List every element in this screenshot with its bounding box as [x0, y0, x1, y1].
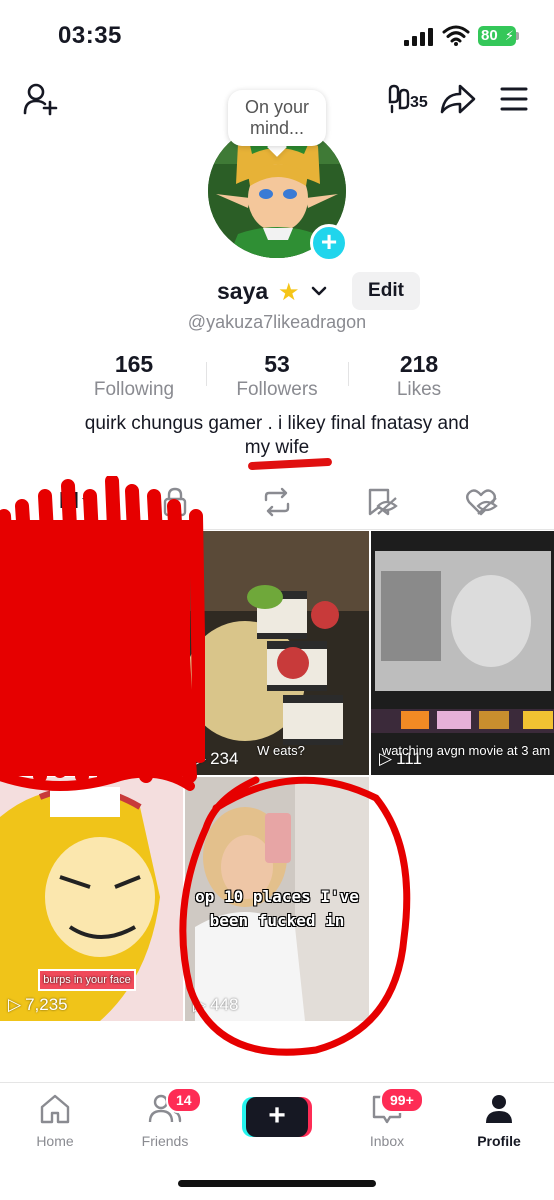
view-count: ▷ 7,235 [8, 995, 68, 1014]
bubble-line1: On your [244, 97, 310, 117]
stat-following[interactable]: 165 Following [64, 350, 204, 402]
signal-icon [404, 28, 434, 46]
stat-value: 53 [264, 351, 290, 377]
bookmark-hidden-icon[interactable] [364, 486, 398, 518]
nav-label: Friends [141, 1133, 189, 1149]
nav-home[interactable]: Home [10, 1093, 100, 1149]
stat-label: Following [93, 379, 175, 400]
status-bubble[interactable]: On your mind... [228, 90, 326, 146]
battery-cap [516, 32, 519, 40]
video-caption: burps in your face [38, 969, 136, 991]
play-icon: ▷ [8, 995, 22, 1014]
red-scribble-annotation [0, 476, 205, 791]
home-indicator [178, 1180, 376, 1187]
video-caption: W eats? [257, 743, 305, 758]
create-button[interactable]: + [246, 1097, 308, 1137]
name-row: saya ★ [0, 276, 554, 310]
home-icon [40, 1094, 70, 1124]
chevron-down-icon[interactable] [310, 282, 328, 300]
charging-icon: ⚡ [504, 28, 514, 43]
nav-label: Profile [477, 1133, 521, 1149]
bubble-line2: mind... [249, 118, 305, 138]
status-bar: 03:35 80 ⚡ [0, 0, 554, 72]
user-handle: @yakuza7likeadragon [187, 312, 367, 332]
bio-line: quirk chungus gamer . i likey final fnat… [84, 413, 470, 434]
liked-hidden-icon[interactable] [464, 486, 498, 518]
wifi-icon [442, 25, 470, 46]
username: saya [217, 278, 269, 304]
video-thumbnail [371, 531, 554, 775]
stat-value: 165 [114, 351, 154, 377]
stat-label: Likes [396, 379, 442, 400]
stat-label: Followers [236, 379, 318, 400]
add-avatar-button[interactable]: + [310, 224, 348, 262]
repost-icon[interactable] [260, 486, 294, 518]
add-friend-icon[interactable] [22, 82, 58, 116]
red-circle-annotation [179, 776, 411, 1056]
video-tile[interactable]: ▷ 234 W eats? [185, 531, 369, 775]
nav-profile[interactable]: Profile [454, 1093, 544, 1149]
stat-value: 218 [399, 351, 439, 377]
friends-badge: 14 [166, 1087, 202, 1113]
video-caption: watching avgn movie at 3 am [381, 743, 551, 758]
bio-line: my wife [244, 437, 310, 458]
star-icon: ★ [278, 279, 300, 306]
video-tile[interactable]: ▷ 111 watching avgn movie at 3 am [371, 531, 554, 775]
inbox-badge: 99+ [380, 1087, 424, 1113]
video-tile[interactable]: burps in your face ▷ 7,235 [0, 777, 183, 1021]
video-thumbnail [185, 531, 369, 775]
stat-likes[interactable]: 218 Likes [349, 350, 489, 402]
analytics-count: 35 [410, 94, 428, 111]
nav-label: Home [36, 1133, 74, 1149]
share-icon[interactable] [440, 82, 476, 116]
battery-level: 80 [481, 27, 498, 44]
stat-followers[interactable]: 53 Followers [207, 350, 347, 402]
battery-indicator: 80 ⚡ [478, 26, 516, 46]
analytics-button[interactable]: 35 [386, 84, 430, 116]
profile-icon [486, 1095, 512, 1123]
bio[interactable]: quirk chungus gamer . i likey final fnat… [50, 412, 504, 460]
edit-profile-button[interactable]: Edit [352, 272, 420, 310]
status-time: 03:35 [58, 22, 122, 49]
menu-icon[interactable] [500, 86, 528, 112]
nav-label: Inbox [369, 1133, 405, 1149]
